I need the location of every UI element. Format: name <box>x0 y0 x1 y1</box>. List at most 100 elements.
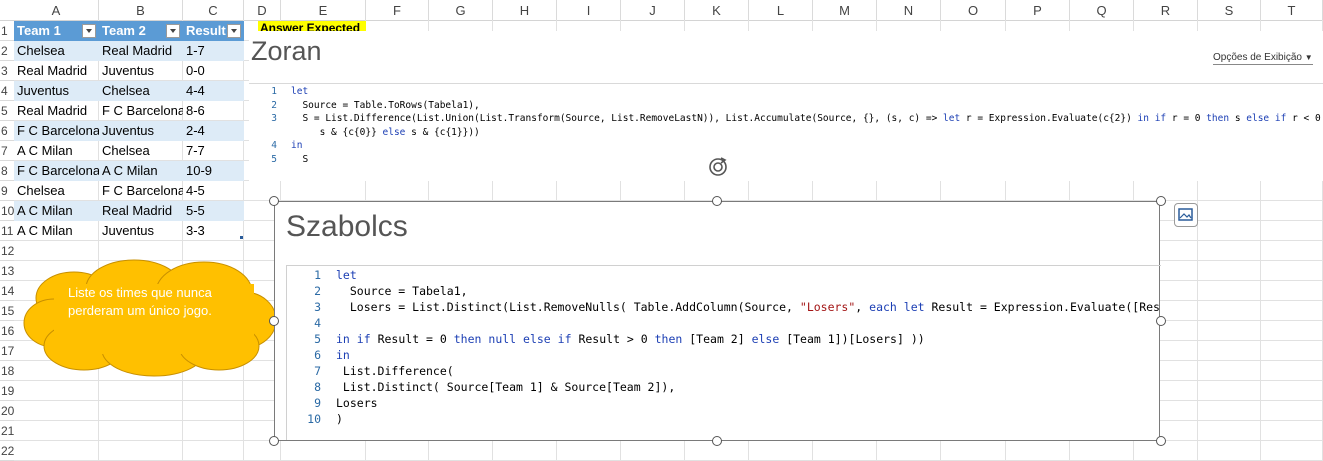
code-line[interactable]: Losers <box>336 395 378 411</box>
row-header-15[interactable]: 15 <box>0 301 14 321</box>
table-cell[interactable]: 2-4 <box>183 121 244 141</box>
row-header-6[interactable]: 6 <box>0 121 14 141</box>
row-header-20[interactable]: 20 <box>0 401 14 421</box>
table-cell[interactable]: Real Madrid <box>99 201 183 221</box>
column-header-j[interactable]: J <box>621 0 685 20</box>
code-line[interactable]: Losers = List.Distinct(List.RemoveNulls(… <box>336 299 1159 315</box>
table-cell[interactable]: A C Milan <box>14 221 99 241</box>
row-header-12[interactable]: 12 <box>0 241 14 261</box>
code-line[interactable]: let <box>336 267 357 283</box>
column-header-c[interactable]: C <box>183 0 244 20</box>
table-cell[interactable]: F C Barcelona <box>14 161 99 181</box>
row-header-13[interactable]: 13 <box>0 261 14 281</box>
column-header-e[interactable]: E <box>281 0 366 20</box>
column-header-h[interactable]: H <box>493 0 557 20</box>
resize-handle-bottom-left[interactable] <box>269 436 279 446</box>
resize-handle-right[interactable] <box>1156 316 1166 326</box>
table-cell[interactable]: Juventus <box>14 81 99 101</box>
table-cell[interactable]: F C Barcelona <box>14 121 99 141</box>
code-line[interactable]: in <box>336 347 350 363</box>
resize-handle-bottom[interactable] <box>712 436 722 446</box>
table-header-cell[interactable]: Team 1 <box>14 21 99 41</box>
column-header-q[interactable]: Q <box>1070 0 1134 20</box>
code-line[interactable]: let <box>291 85 308 99</box>
resize-handle-top[interactable] <box>712 196 722 206</box>
table-cell[interactable]: F C Barcelona <box>99 101 183 121</box>
table-cell[interactable]: 1-7 <box>183 41 244 61</box>
table-cell[interactable]: Real Madrid <box>14 101 99 121</box>
layout-options-icon[interactable] <box>1174 203 1198 227</box>
resize-handle-top-right[interactable] <box>1156 196 1166 206</box>
column-header-n[interactable]: N <box>877 0 941 20</box>
table-header-cell[interactable]: Result <box>183 21 244 41</box>
table-cell[interactable]: 7-7 <box>183 141 244 161</box>
column-header-r[interactable]: R <box>1134 0 1198 20</box>
row-header-8[interactable]: 8 <box>0 161 14 181</box>
column-header-k[interactable]: K <box>685 0 749 20</box>
row-header-1[interactable]: 1 <box>0 21 14 41</box>
table-cell[interactable]: Chelsea <box>14 181 99 201</box>
table-cell[interactable]: Chelsea <box>99 141 183 161</box>
zoran-code-editor[interactable]: 1 let 2 Source = Table.ToRows(Tabela1), 3 S… <box>249 84 1323 178</box>
code-line[interactable]: List.Distinct( Source[Team 1] & Source[T… <box>336 379 675 395</box>
row-header-5[interactable]: 5 <box>0 101 14 121</box>
table-cell[interactable]: Real Madrid <box>14 61 99 81</box>
row-header-7[interactable]: 7 <box>0 141 14 161</box>
code-line[interactable]: s & {c{0}} else s & {c{1}})) <box>291 126 480 140</box>
column-header-a[interactable]: A <box>14 0 99 20</box>
table-cell[interactable]: Juventus <box>99 221 183 241</box>
table-cell[interactable]: Juventus <box>99 121 183 141</box>
table-resize-corner[interactable] <box>240 236 243 239</box>
table-cell[interactable]: A C Milan <box>99 161 183 181</box>
table-cell[interactable]: Chelsea <box>14 41 99 61</box>
row-header-2[interactable]: 2 <box>0 41 14 61</box>
table-cell[interactable]: 0-0 <box>183 61 244 81</box>
code-line[interactable]: S <box>291 153 308 167</box>
row-header-22[interactable]: 22 <box>0 441 14 461</box>
table-header-cell[interactable]: Team 2 <box>99 21 183 41</box>
column-header-m[interactable]: M <box>813 0 877 20</box>
row-header-18[interactable]: 18 <box>0 361 14 381</box>
resize-handle-top-left[interactable] <box>269 196 279 206</box>
row-header-3[interactable]: 3 <box>0 61 14 81</box>
code-line[interactable]: List.Difference( <box>336 363 454 379</box>
code-line[interactable]: ) <box>336 411 343 427</box>
table-cell[interactable]: 5-5 <box>183 201 244 221</box>
row-header-10[interactable]: 10 <box>0 201 14 221</box>
row-header-4[interactable]: 4 <box>0 81 14 101</box>
row-header-9[interactable]: 9 <box>0 181 14 201</box>
table-cell[interactable]: F C Barcelona <box>99 181 183 201</box>
row-header-16[interactable]: 16 <box>0 321 14 341</box>
table-cell[interactable]: 3-3 <box>183 221 244 241</box>
table-cell[interactable]: Real Madrid <box>99 41 183 61</box>
resize-handle-left[interactable] <box>269 316 279 326</box>
column-header-p[interactable]: P <box>1006 0 1070 20</box>
column-header-f[interactable]: F <box>366 0 429 20</box>
filter-dropdown-icon[interactable] <box>227 24 241 38</box>
row-header-11[interactable]: 11 <box>0 221 14 241</box>
szabolcs-panel[interactable]: Szabolcs 1 let 2 Source = Tabela1, 3 Losers… <box>274 201 1161 441</box>
table-cell[interactable]: 4-5 <box>183 181 244 201</box>
filter-dropdown-icon[interactable] <box>166 24 180 38</box>
table-cell[interactable]: A C Milan <box>14 201 99 221</box>
table-cell[interactable]: 4-4 <box>183 81 244 101</box>
table-cell[interactable]: 8-6 <box>183 101 244 121</box>
display-options-dropdown[interactable]: Opções de Exibição ▼ <box>1213 52 1313 65</box>
code-line[interactable]: Source = Table.ToRows(Tabela1), <box>291 99 479 113</box>
row-header-19[interactable]: 19 <box>0 381 14 401</box>
szabolcs-code-editor[interactable]: 1 let 2 Source = Tabela1, 3 Losers = List.D… <box>287 266 1159 438</box>
column-header-o[interactable]: O <box>941 0 1006 20</box>
code-line[interactable]: Source = Tabela1, <box>336 283 468 299</box>
row-header-17[interactable]: 17 <box>0 341 14 361</box>
column-header-g[interactable]: G <box>429 0 493 20</box>
table-cell[interactable]: Juventus <box>99 61 183 81</box>
code-line[interactable]: in <box>291 139 302 153</box>
column-header-l[interactable]: L <box>749 0 813 20</box>
column-header-d[interactable]: D <box>244 0 281 20</box>
table-cell[interactable]: A C Milan <box>14 141 99 161</box>
table-cell[interactable]: 10-9 <box>183 161 244 181</box>
column-header-b[interactable]: B <box>99 0 183 20</box>
resize-handle-bottom-right[interactable] <box>1156 436 1166 446</box>
column-header-t[interactable]: T <box>1261 0 1323 20</box>
rotate-icon[interactable] <box>706 155 730 179</box>
